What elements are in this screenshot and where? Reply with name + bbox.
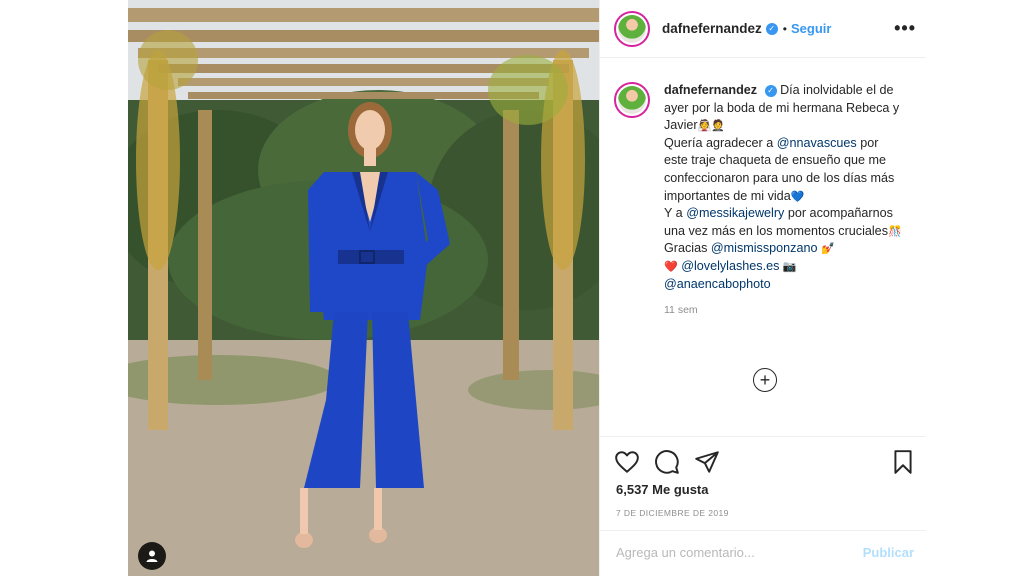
more-options-icon[interactable]: ••• (894, 18, 916, 39)
likes-count[interactable]: 6,537 Me gusta (616, 482, 709, 497)
comment-icon[interactable] (654, 449, 680, 475)
header-username[interactable]: dafnefernandez (662, 21, 762, 36)
mention-link[interactable]: @messikajewelry (686, 206, 784, 220)
plus-circle-icon[interactable]: + (753, 368, 777, 392)
header-separator: • (782, 21, 787, 36)
emoji: 📷 (782, 259, 797, 273)
emoji: 💅 (820, 242, 835, 256)
instagram-post-embed: dafnefernandez ✓ • Seguir ••• dafneferna… (0, 0, 1024, 576)
mention-link[interactable]: @mismissponzano (711, 241, 818, 255)
emoji: 🎊 (888, 224, 902, 238)
mention-link[interactable]: @lovelylashes.es (681, 259, 779, 273)
time-ago: 11 sem (664, 304, 698, 317)
caption-line: Y a (664, 206, 683, 221)
post-date: 7 DE DICIEMBRE DE 2019 (616, 508, 729, 518)
caption-line: Quería agradecer a (664, 135, 774, 150)
caption-text: dafnefernandez ✓ Día inolvidable el de a… (664, 82, 904, 320)
follow-button[interactable]: Seguir (791, 21, 831, 36)
user-tag-icon[interactable] (138, 542, 166, 570)
share-icon[interactable] (694, 449, 720, 475)
verified-badge-icon: ✓ (765, 22, 778, 35)
emoji: 👰🤵 (697, 119, 725, 133)
mention-link[interactable]: @nnavascues (777, 136, 857, 150)
caption-username[interactable]: dafnefernandez (664, 83, 757, 97)
comment-input[interactable] (616, 545, 846, 560)
heart-icon[interactable] (614, 449, 640, 475)
post-side-panel: dafnefernandez ✓ • Seguir ••• dafneferna… (599, 0, 926, 576)
emoji: 💙 (790, 189, 805, 203)
caption-block: dafnefernandez ✓ Día inolvidable el de a… (614, 82, 914, 320)
caption-avatar[interactable] (614, 82, 650, 118)
emoji: ❤️ (664, 259, 678, 273)
post-header: dafnefernandez ✓ • Seguir ••• (600, 0, 926, 58)
caption-line: Gracias (664, 241, 708, 256)
photo-illustration (128, 0, 599, 576)
comment-bar: Publicar (600, 530, 926, 576)
action-bar (600, 436, 926, 484)
verified-badge-icon: ✓ (764, 84, 777, 97)
mention-link[interactable]: @anaencabophoto (664, 277, 771, 291)
avatar[interactable] (614, 10, 650, 47)
bookmark-icon[interactable] (890, 449, 916, 475)
publish-button[interactable]: Publicar (863, 545, 914, 560)
post-photo[interactable] (128, 0, 599, 576)
